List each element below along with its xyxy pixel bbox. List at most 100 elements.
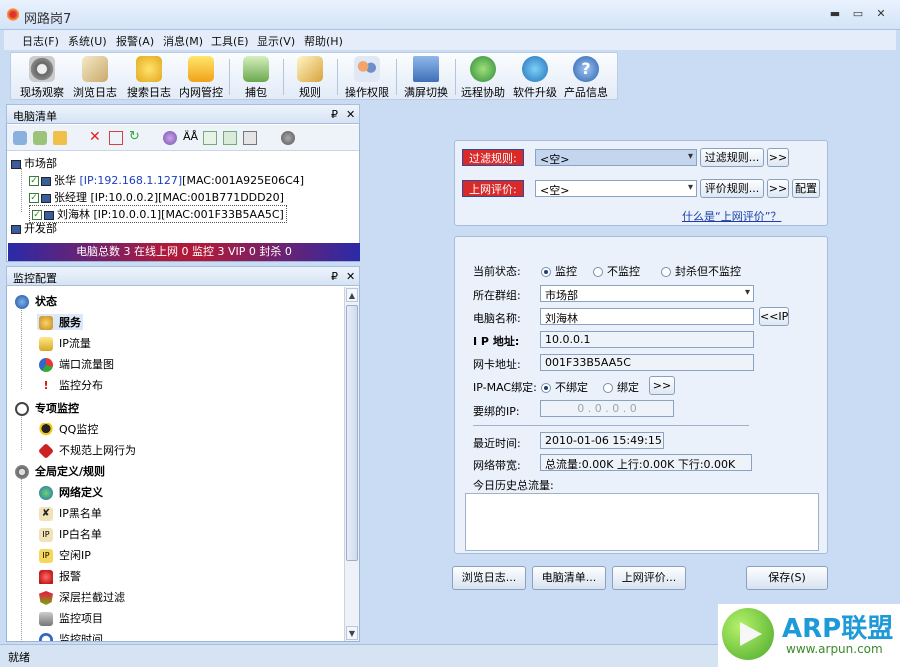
pin-icon[interactable]: ₽ (331, 108, 338, 121)
eval-select[interactable]: <空> (535, 180, 697, 197)
config-button[interactable]: 配置 (792, 179, 820, 198)
toolbar-capture[interactable]: 捕包 (233, 55, 279, 99)
ip-label: I P 地址: (473, 335, 520, 348)
toolbar-permission[interactable]: 操作权限 (341, 55, 393, 99)
toolbar-search-log[interactable]: 搜索日志 (123, 55, 175, 99)
section-status[interactable]: 状态 (15, 293, 57, 309)
pin-icon[interactable]: ₽ (331, 270, 338, 283)
new-folder-icon[interactable] (53, 131, 67, 145)
menu-system[interactable]: 系统(U) (68, 33, 107, 49)
checkbox-icon[interactable]: ✓ (29, 193, 39, 203)
radio-no-bind[interactable]: 不绑定 (541, 379, 588, 395)
scroll-thumb[interactable] (346, 305, 358, 561)
clear-icon[interactable] (109, 131, 123, 145)
item-deep-filter[interactable]: 深层拦截过滤 (39, 589, 125, 605)
item-port-traffic[interactable]: 端口流量图 (39, 356, 114, 372)
find-icon[interactable]: ÄÅ (183, 131, 198, 145)
toolbar-upgrade[interactable]: 软件升级 (509, 55, 561, 99)
toolbar-lan-control[interactable]: 内网管控 (175, 55, 227, 99)
eval-help-link[interactable]: 什么是“上网评价”？ (682, 208, 781, 224)
tree-item-pc-selected[interactable]: ✓ 刘海林 [IP:10.0.0.1][MAC:001F33B5AA5C] (29, 205, 287, 223)
pc-icon (41, 193, 51, 203)
house-icon[interactable] (223, 131, 237, 145)
close-button[interactable]: ✕ (872, 7, 890, 21)
minimize-button[interactable]: ▬ (826, 7, 844, 21)
item-service[interactable]: 服务 (37, 314, 83, 330)
tree-item-pc[interactable]: ✓ 张经理 [IP:10.0.0.2][MAC:001B771DDD20] (29, 189, 284, 205)
toolbar-remote[interactable]: 远程协助 (457, 55, 509, 99)
filter-rule-button[interactable]: 过滤规则... (700, 148, 764, 167)
close-icon[interactable]: ✕ (346, 108, 355, 121)
menu-log[interactable]: 日志(F) (22, 33, 59, 49)
item-idle-ip[interactable]: IP 空闲IP (39, 547, 91, 563)
config-scrollbar[interactable]: ▲ ▼ (344, 287, 359, 641)
toolbar-rule[interactable]: 规则 (287, 55, 333, 99)
item-ip-whitelist[interactable]: IP IP白名单 (39, 526, 102, 542)
radio-monitor[interactable]: 监控 (541, 263, 577, 279)
save-button[interactable]: 保存(S) (746, 566, 828, 590)
toolbar-product-info[interactable]: ? 产品信息 (561, 55, 611, 99)
config-header: 监控配置 ₽ ✕ (6, 266, 360, 286)
toolbar-fullscreen[interactable]: 满屏切换 (399, 55, 453, 99)
whitelist-icon: IP (39, 528, 53, 542)
tree-group-dev[interactable]: 开发部 (11, 220, 57, 236)
save-icon[interactable] (243, 131, 257, 145)
radio-off-icon (661, 267, 671, 277)
delete-icon[interactable]: ✕ (89, 130, 103, 145)
section-global[interactable]: 全局定义/规则 (15, 463, 105, 479)
check-icon[interactable] (203, 131, 217, 145)
checkbox-icon[interactable]: ✓ (29, 176, 39, 186)
scroll-up-icon[interactable]: ▲ (346, 288, 358, 302)
globe-icon (39, 486, 53, 500)
item-network-def[interactable]: 网络定义 (39, 484, 103, 500)
pc-name-input[interactable]: 刘海林 (540, 308, 754, 325)
item-monitor-items[interactable]: 监控项目 (39, 610, 103, 626)
menu-view[interactable]: 显示(V) (257, 33, 295, 49)
item-monitor-time[interactable]: 监控时间 (39, 631, 103, 641)
toolbar-browse-log[interactable]: 浏览日志 (69, 55, 121, 99)
item-qq[interactable]: QQ监控 (39, 421, 98, 437)
menu-help[interactable]: 帮助(H) (304, 33, 343, 49)
group-icon (11, 159, 21, 169)
upgrade-icon (522, 56, 548, 82)
tree-group-market[interactable]: 市场部 (11, 155, 57, 171)
info-icon[interactable] (281, 131, 295, 145)
item-ip-blacklist[interactable]: ✘ IP黑名单 (39, 505, 102, 521)
eval-button[interactable]: 上网评价... (612, 566, 686, 590)
history-label: 今日历史总流量: (473, 479, 554, 492)
item-monitor-dist[interactable]: ! 监控分布 (39, 377, 103, 393)
close-icon[interactable]: ✕ (346, 270, 355, 283)
item-ip-traffic[interactable]: IP流量 (39, 335, 91, 351)
add-group-icon[interactable] (33, 131, 47, 145)
pc-list-panel: 电脑清单 ₽ ✕ ✕ ↻ ÄÅ 市场部 ✓ 张华 [IP:192.168.1.12… (6, 104, 360, 262)
settings-icon[interactable] (163, 131, 177, 145)
rule-icon (297, 56, 323, 82)
maximize-button[interactable]: ▭ (849, 7, 867, 21)
eval-more-button[interactable]: >> (767, 179, 789, 198)
menu-message[interactable]: 消息(M) (163, 33, 203, 49)
checkbox-icon[interactable]: ✓ (32, 210, 42, 220)
pc-list-button[interactable]: 电脑清单... (532, 566, 606, 590)
scroll-down-icon[interactable]: ▼ (346, 626, 358, 640)
radio-bind[interactable]: 绑定 (603, 379, 639, 395)
eval-rule-button[interactable]: 评价规则... (700, 179, 764, 198)
filter-rule-select[interactable]: <空> (535, 149, 697, 166)
group-label: 所在群组: (473, 289, 521, 302)
menu-alarm[interactable]: 报警(A) (116, 33, 154, 49)
item-alarm[interactable]: 报警 (39, 568, 81, 584)
radio-block[interactable]: 封杀但不监控 (661, 263, 741, 279)
group-select[interactable]: 市场部 (540, 285, 754, 302)
tree-item-pc[interactable]: ✓ 张华 [IP:192.168.1.127][MAC:001A925E06C4] (29, 172, 304, 188)
section-special[interactable]: 专项监控 (15, 400, 79, 416)
bind-more-button[interactable]: >> (649, 376, 675, 395)
refresh-icon[interactable]: ↻ (129, 130, 143, 145)
item-irregular[interactable]: 不规范上网行为 (38, 442, 136, 459)
add-pc-icon[interactable] (13, 131, 27, 145)
browse-log-button[interactable]: 浏览日志... (452, 566, 526, 590)
ip-field: 10.0.0.1 (540, 331, 754, 348)
get-ip-button[interactable]: <<IP (759, 307, 789, 326)
menu-tools[interactable]: 工具(E) (211, 33, 249, 49)
toolbar-live-view[interactable]: 现场观察 (15, 55, 69, 99)
filter-more-button[interactable]: >> (767, 148, 789, 167)
radio-no-monitor[interactable]: 不监控 (593, 263, 640, 279)
